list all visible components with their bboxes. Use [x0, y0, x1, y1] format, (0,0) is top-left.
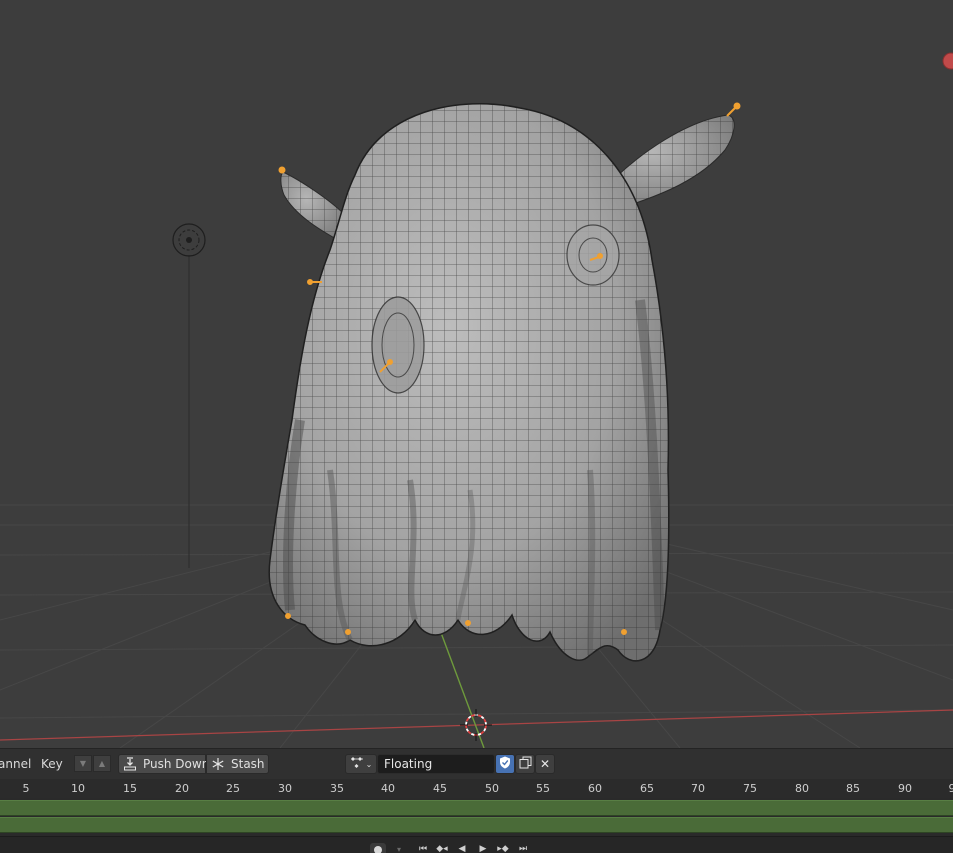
- duplicate-action-button[interactable]: [515, 754, 535, 774]
- ghost-ear-left: [280, 171, 346, 241]
- move-down-button[interactable]: ▼: [74, 755, 92, 772]
- record-icon: [374, 846, 382, 853]
- shield-icon: [499, 756, 511, 772]
- nla-header: annel Key ▼ ▲ Push Down Stash ⌄ Floating: [0, 748, 953, 779]
- light-icon[interactable]: [172, 223, 206, 568]
- frame-tick: 60: [588, 782, 602, 795]
- record-button[interactable]: [370, 843, 386, 853]
- frame-tick: 35: [330, 782, 344, 795]
- nla-strip[interactable]: [0, 800, 953, 816]
- jump-end-icon: ⏭: [518, 844, 528, 853]
- action-name-field[interactable]: Floating: [377, 754, 495, 774]
- play-reverse-button[interactable]: ◀: [453, 843, 471, 853]
- chevron-down-icon: ⌄: [365, 759, 373, 769]
- chevron-down-icon: ▾: [396, 845, 401, 853]
- viewport-canvas: [0, 52, 953, 748]
- frame-ruler[interactable]: 5 10 15 20 25 30 35 40 45 50 55 60 65 70…: [0, 779, 953, 798]
- 3d-viewport[interactable]: [0, 0, 953, 748]
- stash-label: Stash: [231, 757, 265, 771]
- frame-tick: 5: [22, 782, 30, 795]
- push-down-button[interactable]: Push Down: [118, 754, 210, 774]
- triangle-down-icon: ▼: [79, 759, 87, 768]
- frame-tick: 25: [226, 782, 240, 795]
- snowflake-icon: [211, 757, 225, 771]
- auto-key-options[interactable]: ▾: [388, 843, 410, 853]
- frame-tick: 85: [846, 782, 860, 795]
- key-menu[interactable]: Key: [41, 757, 63, 771]
- axis-navigation-dot[interactable]: [942, 52, 953, 70]
- play-icon: ▶: [479, 844, 487, 853]
- next-keyframe-icon: ▸◆: [497, 844, 509, 853]
- push-down-label: Push Down: [143, 757, 210, 771]
- triangle-up-icon: ▲: [98, 759, 106, 768]
- frame-tick: 90: [898, 782, 912, 795]
- channel-menu[interactable]: annel: [0, 757, 31, 771]
- fake-user-toggle[interactable]: [495, 754, 515, 774]
- jump-start-button[interactable]: ⏮: [414, 843, 432, 853]
- nla-strip[interactable]: [0, 817, 953, 833]
- action-browse-dropdown[interactable]: ⌄: [345, 754, 377, 774]
- jump-end-button[interactable]: ⏭: [514, 843, 532, 853]
- nla-track-area[interactable]: [0, 798, 953, 836]
- duplicate-icon: [519, 756, 532, 772]
- frame-tick: 75: [743, 782, 757, 795]
- ghost-mesh[interactable]: [260, 95, 680, 675]
- playback-controls: ▾ ⏮ ◆◂ ◀ ▶ ▸◆ ⏭: [0, 836, 953, 853]
- next-keyframe-button[interactable]: ▸◆: [494, 843, 512, 853]
- close-icon: ✕: [539, 757, 551, 771]
- frame-tick: 70: [691, 782, 705, 795]
- push-down-icon: [123, 757, 137, 771]
- frame-tick: 20: [175, 782, 189, 795]
- frame-tick: 15: [123, 782, 137, 795]
- unlink-action-button[interactable]: ✕: [535, 754, 555, 774]
- play-reverse-icon: ◀: [458, 844, 466, 853]
- stash-button[interactable]: Stash: [206, 754, 269, 774]
- play-button[interactable]: ▶: [474, 843, 492, 853]
- action-icon: [350, 756, 364, 773]
- jump-start-icon: ⏮: [418, 844, 428, 853]
- frame-tick: 10: [71, 782, 85, 795]
- prev-keyframe-icon: ◆◂: [436, 844, 448, 853]
- move-up-button[interactable]: ▲: [93, 755, 111, 772]
- frame-tick: 55: [536, 782, 550, 795]
- frame-tick: 30: [278, 782, 292, 795]
- frame-tick: 45: [433, 782, 447, 795]
- frame-tick: 40: [381, 782, 395, 795]
- frame-tick: 50: [485, 782, 499, 795]
- frame-tick: 9: [948, 782, 953, 795]
- prev-keyframe-button[interactable]: ◆◂: [433, 843, 451, 853]
- frame-tick: 65: [640, 782, 654, 795]
- frame-tick: 80: [795, 782, 809, 795]
